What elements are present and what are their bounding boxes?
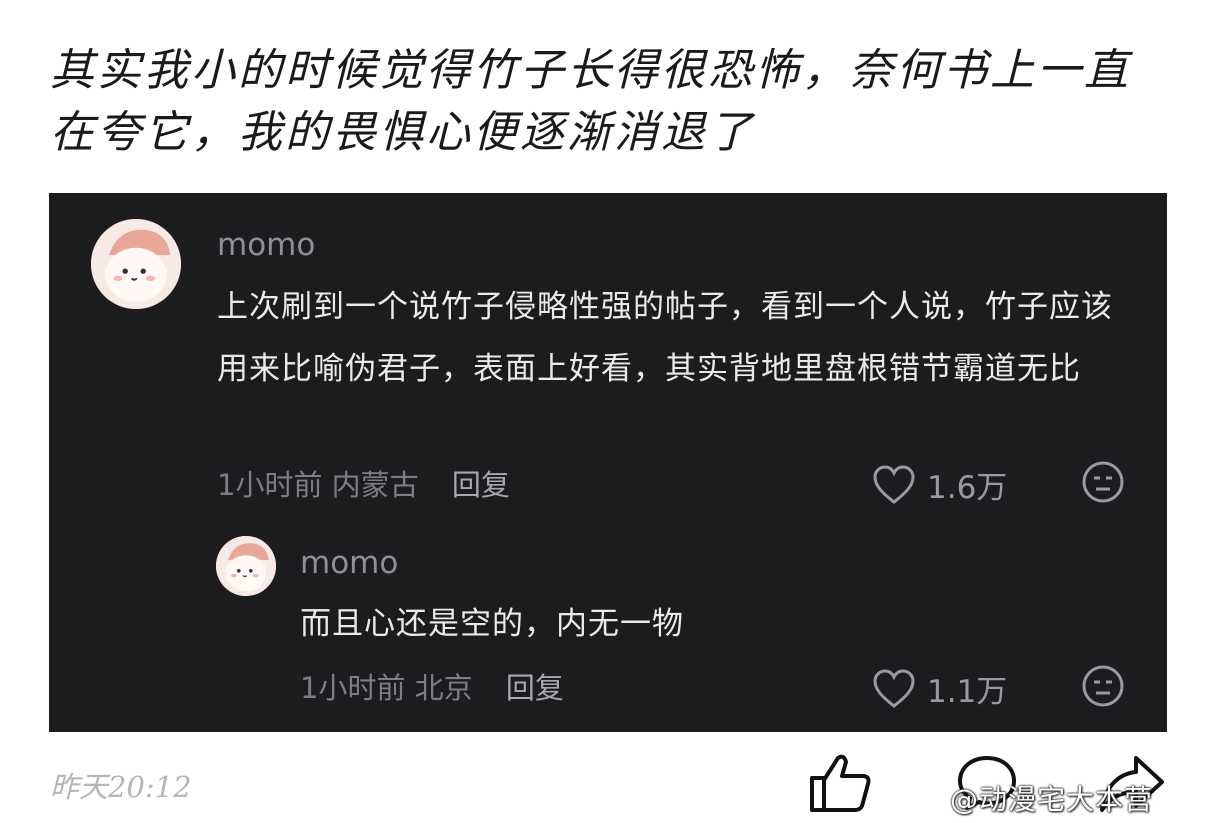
heart-icon xyxy=(873,464,915,504)
comment-text: 上次刷到一个说竹子侵略性强的帖子，看到一个人说，竹子应该用来比喻伪君子，表面上好… xyxy=(217,289,1113,387)
comment-username[interactable]: momo xyxy=(217,227,315,263)
like-button[interactable]: 1.1万 xyxy=(871,666,1007,711)
comment-time: 1小时前 xyxy=(300,671,406,705)
avatar[interactable] xyxy=(216,536,276,596)
comment-meta: 1小时前 内蒙古 回复 xyxy=(217,462,510,504)
heart-icon xyxy=(873,668,915,708)
like-count: 1.6万 xyxy=(927,470,1008,506)
watermark: @动漫宅大本营 xyxy=(950,783,1154,816)
thumbs-up-icon[interactable] xyxy=(808,752,874,814)
meh-face-icon[interactable] xyxy=(1081,460,1125,504)
like-button[interactable]: 1.6万 xyxy=(871,462,1007,507)
comment-username[interactable]: momo xyxy=(300,545,398,581)
post-timestamp: 昨天20:12 xyxy=(50,770,192,804)
comment-screenshot: momo 上次刷到一个说竹子侵略性强的帖子，看到一个人说，竹子应该用来比喻伪君子… xyxy=(49,193,1167,732)
like-count: 1.1万 xyxy=(927,674,1008,710)
post-text: 其实我小的时候觉得竹子长得很恐怖，奈何书上一直在夸它，我的畏惧心便逐渐消退了 xyxy=(50,45,1131,158)
comment-location: 北京 xyxy=(414,671,473,705)
reply-button[interactable]: 回复 xyxy=(506,671,564,705)
avatar[interactable] xyxy=(91,219,181,309)
reply-button[interactable]: 回复 xyxy=(452,468,510,502)
avatar-illustration xyxy=(91,219,181,309)
avatar-illustration xyxy=(216,536,276,596)
meh-face-icon[interactable] xyxy=(1081,664,1125,708)
comment-time: 1小时前 xyxy=(217,468,323,502)
comment-meta: 1小时前 北京 回复 xyxy=(300,665,564,707)
comment-location: 内蒙古 xyxy=(331,468,419,502)
comment-text: 而且心还是空的，内无一物 xyxy=(300,606,684,642)
